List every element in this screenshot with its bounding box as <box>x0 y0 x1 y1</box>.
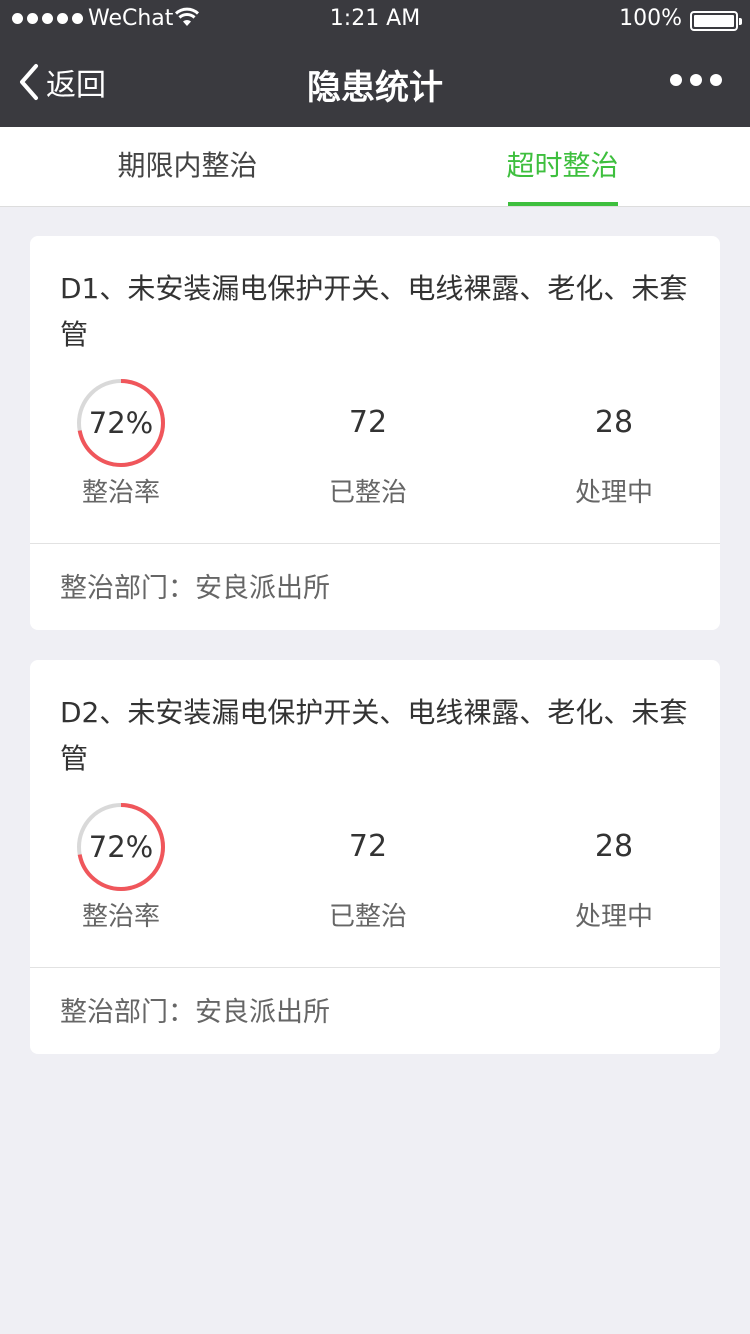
tab-overdue[interactable]: 超时整治 <box>375 127 750 206</box>
pending-count: 28 <box>594 829 634 864</box>
rate-value: 72% <box>88 830 154 864</box>
page-title: 隐患统计 <box>307 68 443 108</box>
progress-ring: 72% <box>74 376 168 470</box>
hazard-title: D2、未安装漏电保护开关、电线裸露、老化、未套管 <box>60 696 688 775</box>
done-stat: 72 已整治 <box>278 800 458 933</box>
progress-ring: 72% <box>74 800 168 894</box>
done-label: 已整治 <box>328 478 407 508</box>
divider <box>30 543 720 544</box>
department-text: 整治部门：安良派出所 <box>60 573 330 604</box>
battery-icon <box>690 11 742 31</box>
pending-count: 28 <box>594 405 634 440</box>
active-tab-indicator <box>507 202 618 206</box>
tab-label: 超时整治 <box>506 149 619 182</box>
stats-row: 72% 整治率 72 已整治 28 处理中 <box>30 800 720 950</box>
navigation-bar: 返回 隐患统计 <box>0 40 750 127</box>
hazard-card[interactable]: D1、未安装漏电保护开关、电线裸露、老化、未套管 72% 整治率 72 已整治 … <box>30 236 720 630</box>
battery-percentage: 100% <box>619 6 682 31</box>
done-label: 已整治 <box>328 902 407 932</box>
divider <box>30 967 720 968</box>
stats-row: 72% 整治率 72 已整治 28 处理中 <box>30 376 720 526</box>
pending-stat: 28 处理中 <box>524 800 704 933</box>
tab-bar: 期限内整治 超时整治 <box>0 127 750 207</box>
done-stat: 72 已整治 <box>278 376 458 509</box>
rate-stat: 72% 整治率 <box>31 800 211 933</box>
done-count: 72 <box>348 829 388 864</box>
rate-value: 72% <box>88 406 154 440</box>
pending-label: 处理中 <box>574 478 653 508</box>
pending-label: 处理中 <box>574 902 653 932</box>
status-bar: WeChat 1:21 AM 100% <box>0 0 750 40</box>
pending-stat: 28 处理中 <box>524 376 704 509</box>
done-count: 72 <box>348 405 388 440</box>
hazard-title: D1、未安装漏电保护开关、电线裸露、老化、未套管 <box>60 272 688 351</box>
tab-within-deadline[interactable]: 期限内整治 <box>0 127 375 206</box>
hazard-card[interactable]: D2、未安装漏电保护开关、电线裸露、老化、未套管 72% 整治率 72 已整治 … <box>30 660 720 1054</box>
more-options-icon[interactable] <box>670 74 722 86</box>
top-header: WeChat 1:21 AM 100% 返回 隐患统计 <box>0 0 750 127</box>
rate-stat: 72% 整治率 <box>31 376 211 509</box>
rate-label: 整治率 <box>81 478 160 508</box>
tab-label: 期限内整治 <box>117 149 258 182</box>
department-text: 整治部门：安良派出所 <box>60 997 330 1028</box>
rate-label: 整治率 <box>81 902 160 932</box>
